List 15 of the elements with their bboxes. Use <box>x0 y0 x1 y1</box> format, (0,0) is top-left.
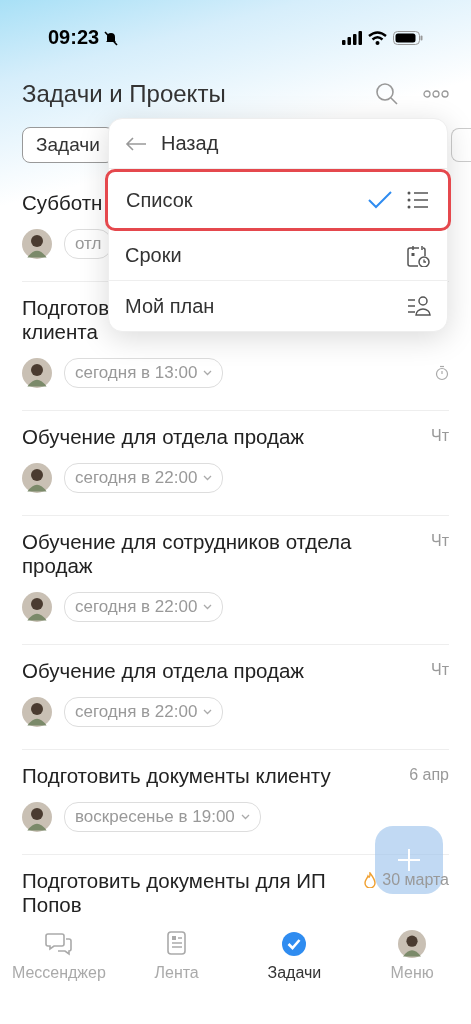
task-title[interactable]: Подготовить документы клиенту <box>22 764 392 788</box>
menu-item[interactable]: Сроки <box>109 231 447 281</box>
status-time: 09:23 <box>48 26 100 49</box>
page-title: Задачи и Проекты <box>22 80 227 108</box>
task-title[interactable]: Обучение для сотрудников отдела продаж <box>22 530 413 578</box>
menu-item[interactable]: Мой план <box>109 281 447 331</box>
task-deadline: Чт <box>431 532 449 550</box>
task-deadline: Чт <box>431 427 449 445</box>
task-title[interactable]: Подготовить документы для ИП Попов <box>22 869 347 917</box>
task-title[interactable]: Обучение для отдела продаж <box>22 659 413 683</box>
tab-bar-item[interactable]: Задачи <box>235 924 354 983</box>
task-title[interactable]: Обучение для отдела продаж <box>22 425 413 449</box>
menu-item[interactable]: Список <box>105 169 451 231</box>
task-deadline: 6 апр <box>409 766 449 784</box>
task-deadline: Чт <box>431 661 449 679</box>
